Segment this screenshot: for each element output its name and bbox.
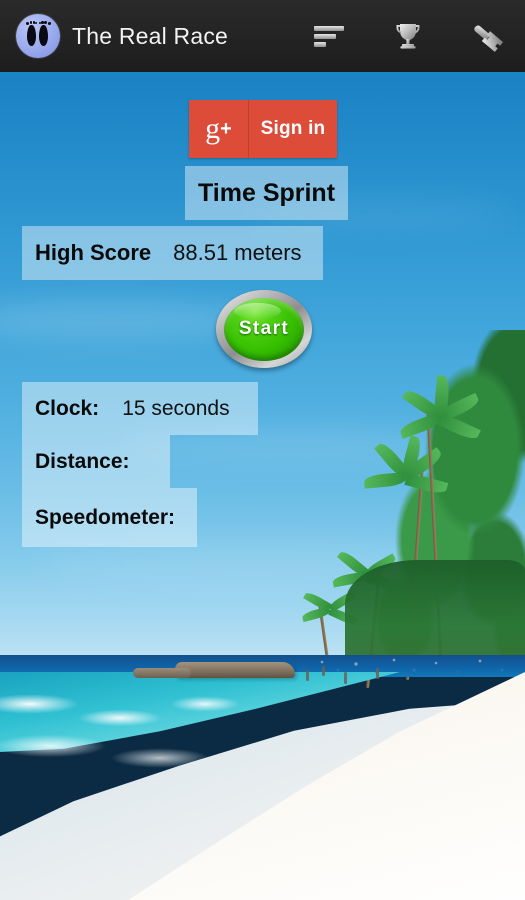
high-score-value: 88.51 meters — [173, 240, 302, 265]
start-button-face: Start — [224, 297, 304, 361]
leaderboard-list-button[interactable] — [291, 0, 369, 72]
surf-foam — [0, 688, 320, 778]
google-g-glyph: g — [205, 112, 221, 145]
distance-row: Distance: — [22, 435, 170, 488]
start-button-label: Start — [238, 318, 290, 339]
start-button[interactable]: Start — [216, 290, 312, 368]
beach-figure — [306, 670, 309, 681]
sign-in-label: Sign in — [260, 118, 326, 139]
app-bar-actions — [291, 0, 525, 72]
clock-label: Clock: — [35, 396, 100, 420]
speedometer-row: Speedometer: — [22, 488, 197, 547]
beach-figure — [322, 666, 325, 676]
achievements-button[interactable] — [369, 0, 447, 72]
high-score-panel: High Score 88.51 meters — [22, 226, 323, 280]
google-plus-sign-in-button[interactable]: g + Sign in — [189, 100, 337, 158]
leaderboard-list-icon — [314, 26, 344, 47]
settings-button[interactable] — [447, 0, 525, 72]
rock-jetty — [133, 662, 295, 678]
clock-value: 15 seconds — [122, 396, 230, 420]
app-logo-footprints-icon — [16, 14, 60, 58]
start-button-bezel: Start — [216, 290, 312, 368]
game-mode-title-panel: Time Sprint — [185, 166, 348, 220]
speedometer-label: Speedometer: — [35, 505, 176, 529]
beach-figure — [376, 668, 379, 679]
distance-label: Distance: — [35, 449, 130, 473]
trophy-icon — [396, 24, 420, 49]
beach-figure — [344, 672, 347, 684]
app-title: The Real Race — [72, 22, 229, 49]
app-screen: The Real Race g + Sign in Time Sprint Hi… — [0, 0, 525, 900]
google-plus-glyph: + — [220, 118, 232, 140]
app-bar: The Real Race — [0, 0, 525, 75]
google-plus-icon: g + — [189, 100, 249, 158]
beach-crowd — [290, 648, 525, 684]
high-score-label: High Score — [35, 240, 152, 265]
clock-row: Clock: 15 seconds — [22, 382, 258, 435]
game-mode-title: Time Sprint — [197, 178, 336, 207]
wrench-icon — [474, 25, 504, 52]
